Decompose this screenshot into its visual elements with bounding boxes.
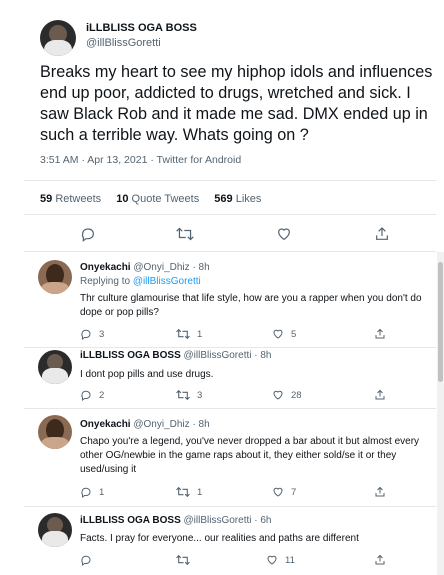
reply-count: 1: [99, 486, 105, 498]
reply-tweet[interactable]: Onyekachi @Onyi_Dhiz · 8h Chapo you're a…: [0, 409, 444, 504]
share-button[interactable]: [374, 328, 386, 340]
reply-tweet[interactable]: iLLBLISS OGA BOSS @illBlissGoretti · 8h …: [0, 348, 444, 406]
retweets-label[interactable]: Retweets: [55, 193, 101, 205]
retweet-count: 3: [197, 389, 203, 401]
reply-text: Thr culture glamourise that life style, …: [80, 293, 422, 318]
reply-author-name[interactable]: Onyekachi: [80, 262, 131, 273]
reply-header: iLLBLISS OGA BOSS @illBlissGoretti · 6h: [80, 515, 272, 526]
tweet-meta: 3:51 AM · Apr 13, 2021 · Twitter for And…: [40, 154, 242, 166]
share-icon: [374, 486, 386, 498]
share-icon[interactable]: [374, 226, 390, 242]
reply-actions: 1 1 7: [80, 486, 400, 500]
reply-text: I dont pop pills and use drugs.: [80, 369, 214, 380]
heart-icon: [266, 554, 278, 566]
avatar[interactable]: [40, 20, 76, 56]
reply-button[interactable]: [80, 554, 92, 566]
reply-tweet[interactable]: iLLBLISS OGA BOSS @illBlissGoretti · 6h …: [0, 507, 444, 575]
retweet-icon[interactable]: [176, 226, 194, 242]
likes-count[interactable]: 569: [214, 193, 232, 205]
likes-label[interactable]: Likes: [236, 193, 262, 205]
share-button[interactable]: [374, 486, 386, 498]
retweet-icon: [176, 486, 190, 498]
retweet-icon: [176, 328, 190, 340]
replying-to-prefix: Replying to: [80, 276, 131, 287]
retweet-button[interactable]: 1: [176, 328, 202, 340]
replying-to-handle[interactable]: @illBlissGoretti: [133, 276, 201, 287]
reply-text: Chapo you're a legend, you've never drop…: [80, 436, 420, 475]
like-button[interactable]: 5: [272, 328, 296, 340]
main-tweet: iLLBLISS OGA BOSS @illBlissGoretti Break…: [0, 0, 444, 252]
retweet-button[interactable]: 1: [176, 486, 202, 498]
reply-tweet[interactable]: Onyekachi @Onyi_Dhiz · 8h Replying to @i…: [0, 252, 444, 347]
reply-header: iLLBLISS OGA BOSS @illBlissGoretti · 8h: [80, 350, 272, 361]
retweet-count: 1: [197, 486, 203, 498]
reply-author-handle[interactable]: @illBlissGoretti: [184, 515, 252, 526]
tweet-text: Breaks my heart to see my hiphop idols a…: [40, 63, 433, 144]
reply-header: Onyekachi @Onyi_Dhiz · 8h: [80, 419, 210, 430]
avatar[interactable]: [38, 350, 72, 384]
like-button[interactable]: 28: [272, 389, 302, 401]
heart-icon: [272, 389, 284, 401]
share-button[interactable]: [374, 554, 386, 566]
share-icon: [374, 389, 386, 401]
like-count: 5: [291, 328, 297, 340]
heart-icon[interactable]: [276, 226, 292, 242]
reply-time[interactable]: · 8h: [254, 350, 271, 361]
reply-header: Onyekachi @Onyi_Dhiz · 8h: [80, 262, 210, 273]
reply-time[interactable]: · 8h: [192, 419, 209, 430]
reply-actions: 3 1 5: [80, 328, 400, 342]
divider: [24, 180, 436, 181]
like-button[interactable]: 7: [272, 486, 296, 498]
reply-icon: [80, 554, 92, 566]
quotes-label[interactable]: Quote Tweets: [132, 193, 200, 205]
quotes-count[interactable]: 10: [116, 193, 128, 205]
share-button[interactable]: [374, 389, 386, 401]
reply-author-handle[interactable]: @Onyi_Dhiz: [133, 419, 189, 430]
reply-icon: [80, 486, 92, 498]
retweets-count[interactable]: 59: [40, 193, 52, 205]
retweet-button[interactable]: 3: [176, 389, 202, 401]
retweet-icon: [176, 554, 190, 566]
reply-actions: 2 3 28: [80, 389, 400, 403]
reply-icon: [80, 389, 92, 401]
avatar[interactable]: [38, 260, 72, 294]
author-handle[interactable]: @illBlissGoretti: [86, 37, 161, 49]
tweet-stats: 59 Retweets 10 Quote Tweets 569 Likes: [40, 193, 273, 205]
reply-button[interactable]: 3: [80, 328, 104, 340]
heart-icon: [272, 486, 284, 498]
share-icon: [374, 554, 386, 566]
avatar[interactable]: [38, 415, 72, 449]
avatar[interactable]: [38, 513, 72, 547]
reply-author-handle[interactable]: @Onyi_Dhiz: [133, 262, 189, 273]
retweet-button[interactable]: [176, 554, 190, 566]
reply-author-name[interactable]: Onyekachi: [80, 419, 131, 430]
reply-icon[interactable]: [80, 226, 96, 242]
reply-count: 3: [99, 328, 105, 340]
replying-to: Replying to @illBlissGoretti: [80, 276, 201, 287]
reply-actions: 11: [80, 554, 400, 568]
reply-time[interactable]: · 8h: [192, 262, 209, 273]
reply-text: Facts. I pray for everyone... our realit…: [80, 533, 359, 544]
heart-icon: [272, 328, 284, 340]
scrollbar-thumb[interactable]: [438, 262, 443, 382]
retweet-count: 1: [197, 328, 203, 340]
reply-button[interactable]: 2: [80, 389, 104, 401]
reply-time[interactable]: · 6h: [254, 515, 271, 526]
reply-count: 2: [99, 389, 105, 401]
like-count: 28: [291, 389, 302, 401]
like-count: 7: [291, 486, 297, 498]
reply-author-name[interactable]: iLLBLISS OGA BOSS: [80, 350, 181, 361]
reply-author-name[interactable]: iLLBLISS OGA BOSS: [80, 515, 181, 526]
like-count: 11: [285, 554, 295, 566]
author-name[interactable]: iLLBLISS OGA BOSS: [86, 22, 197, 34]
reply-button[interactable]: 1: [80, 486, 104, 498]
divider: [24, 214, 436, 215]
like-button[interactable]: 11: [266, 554, 295, 566]
reply-author-handle[interactable]: @illBlissGoretti: [184, 350, 252, 361]
retweet-icon: [176, 389, 190, 401]
reply-icon: [80, 328, 92, 340]
share-icon: [374, 328, 386, 340]
